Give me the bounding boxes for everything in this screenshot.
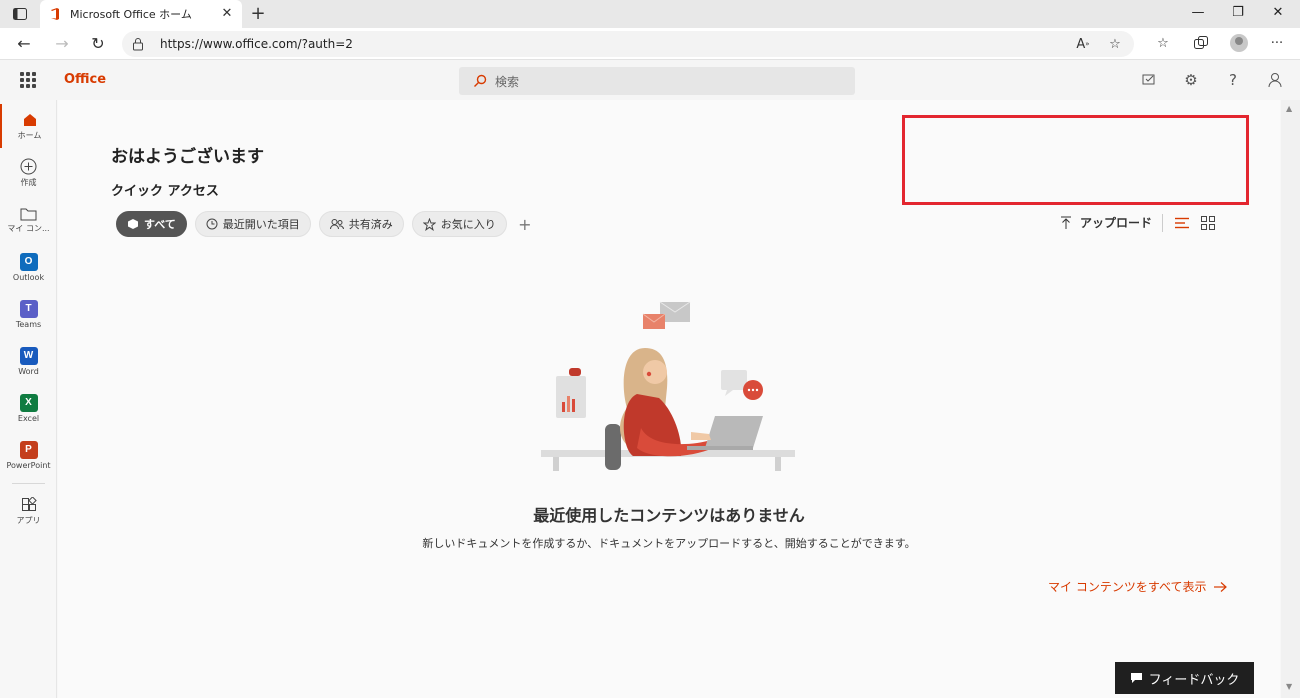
tab-title: Microsoft Office ホーム <box>70 8 192 21</box>
profile-avatar[interactable] <box>1230 34 1248 52</box>
filter-shared[interactable]: 共有済み <box>318 211 404 237</box>
filter-favorites[interactable]: お気に入り <box>411 211 507 237</box>
feedback-icon <box>1130 673 1142 683</box>
clock-icon <box>206 218 218 230</box>
forward-icon[interactable]: → <box>52 34 72 54</box>
feedback-button[interactable]: フィードバック <box>1115 662 1254 694</box>
collections-icon[interactable] <box>1192 34 1210 52</box>
plus-circle-icon <box>20 158 37 175</box>
rail-label-apps: アプリ <box>16 515 41 525</box>
add-filter-icon[interactable]: + <box>515 215 535 234</box>
browser-titlebar: Microsoft Office ホーム ✕ + — ❐ ✕ <box>0 0 1300 28</box>
rail-label-teams: Teams <box>15 319 42 329</box>
upload-icon <box>1061 216 1071 229</box>
whats-new-icon[interactable] <box>1140 70 1158 90</box>
rail-item-excel[interactable]: X Excel <box>0 386 57 430</box>
app-launcher-icon[interactable] <box>20 72 36 88</box>
arrow-right-icon <box>1213 581 1227 592</box>
excel-icon: X <box>19 393 38 412</box>
view-toggle <box>1162 214 1215 232</box>
refresh-icon[interactable]: ↻ <box>88 34 108 54</box>
upload-button[interactable]: アップロード <box>1060 214 1152 231</box>
help-icon[interactable]: ? <box>1224 70 1242 90</box>
filter-all-label: すべて <box>144 218 176 231</box>
office-header: Office 検索 ⚙ ? <box>0 60 1300 100</box>
scroll-up-icon[interactable]: ▲ <box>1286 104 1292 113</box>
rail-label-powerpoint: PowerPoint <box>6 460 51 470</box>
main-content: おはようございます クイック アクセス すべて 最近開いた項目 共有済み お気に… <box>58 100 1280 698</box>
back-icon[interactable]: ← <box>14 34 34 54</box>
search-icon <box>473 74 487 88</box>
star-icon <box>422 217 436 231</box>
powerpoint-icon: P <box>19 440 38 459</box>
quick-access-heading: クイック アクセス <box>111 184 219 199</box>
rail-divider <box>12 483 45 484</box>
browser-toolbar: ← → ↻ https://www.office.com/?auth=2 A» … <box>0 28 1300 60</box>
see-all-label: マイ コンテンツをすべて表示 <box>1048 580 1207 594</box>
greeting-heading: おはようございます <box>111 147 264 167</box>
vertical-scrollbar[interactable]: ▲ ▼ <box>1281 100 1300 698</box>
search-placeholder: 検索 <box>495 74 520 89</box>
new-tab-icon[interactable]: + <box>248 4 268 24</box>
settings-gear-icon[interactable]: ⚙ <box>1182 70 1200 90</box>
empty-state-title: 最近使用したコンテンツはありません <box>533 506 805 525</box>
account-icon[interactable] <box>1266 70 1284 90</box>
feedback-label: フィードバック <box>1148 672 1240 688</box>
view-separator <box>1162 214 1163 232</box>
add-favorite-icon[interactable]: ☆ <box>1106 35 1124 53</box>
favorites-icon[interactable]: ☆ <box>1154 34 1172 52</box>
rail-item-powerpoint[interactable]: P PowerPoint <box>0 433 57 477</box>
home-icon <box>23 113 36 126</box>
rail-item-create[interactable]: 作成 <box>0 151 57 195</box>
rail-item-apps[interactable]: アプリ <box>0 489 57 533</box>
read-aloud-icon[interactable]: A» <box>1074 35 1092 53</box>
teams-icon: T <box>19 299 38 318</box>
folder-icon <box>20 208 37 220</box>
apps-icon <box>21 496 37 511</box>
filter-shared-label: 共有済み <box>348 218 393 231</box>
filter-all[interactable]: すべて <box>116 211 187 237</box>
rail-label-outlook: Outlook <box>12 272 45 282</box>
filter-recent[interactable]: 最近開いた項目 <box>194 211 311 237</box>
url-text[interactable]: https://www.office.com/?auth=2 <box>160 37 353 51</box>
rail-item-outlook[interactable]: O Outlook <box>0 245 57 289</box>
upload-label: アップロード <box>1080 216 1153 230</box>
filter-chips: すべて 最近開いた項目 共有済み お気に入り + <box>116 211 535 237</box>
grid-view-icon[interactable] <box>1201 216 1215 230</box>
rail-item-home[interactable]: ホーム <box>0 104 57 148</box>
office-favicon-icon <box>48 7 62 21</box>
rail-label-my-content: マイ コン... <box>7 223 50 233</box>
tab-close-icon[interactable]: ✕ <box>220 7 234 21</box>
tab-actions-icon[interactable] <box>6 4 34 24</box>
office-brand[interactable]: Office <box>64 72 106 87</box>
outlook-icon: O <box>19 252 38 271</box>
highlight-box <box>902 115 1249 205</box>
more-options-icon[interactable]: ··· <box>1268 34 1286 52</box>
rail-label-home: ホーム <box>17 130 42 140</box>
rail-label-create: 作成 <box>20 178 37 187</box>
rail-label-excel: Excel <box>17 413 40 423</box>
window-close-icon[interactable]: ✕ <box>1266 3 1290 23</box>
filter-favorites-label: お気に入り <box>440 218 496 231</box>
empty-state-illustration <box>541 301 795 471</box>
minimize-icon[interactable]: — <box>1186 3 1210 23</box>
rail-label-word: Word <box>18 366 39 376</box>
see-all-content-link[interactable]: マイ コンテンツをすべて表示 <box>1048 578 1227 595</box>
people-icon <box>329 219 344 230</box>
scroll-down-icon[interactable]: ▼ <box>1286 682 1292 691</box>
cube-icon <box>128 219 138 229</box>
search-input[interactable]: 検索 <box>459 67 855 95</box>
rail-item-teams[interactable]: T Teams <box>0 292 57 336</box>
filter-recent-label: 最近開いた項目 <box>222 218 300 231</box>
restore-icon[interactable]: ❐ <box>1226 3 1250 23</box>
list-view-icon[interactable] <box>1175 217 1189 229</box>
word-icon: W <box>19 346 38 365</box>
rail-item-word[interactable]: W Word <box>0 339 57 383</box>
lock-icon[interactable] <box>132 37 146 51</box>
browser-tab[interactable]: Microsoft Office ホーム ✕ <box>40 0 242 28</box>
rail-item-my-content[interactable]: マイ コン... <box>0 198 57 242</box>
empty-state-description: 新しいドキュメントを作成するか、ドキュメントをアップロードすると、開始することが… <box>422 537 916 550</box>
left-rail: ホーム 作成 マイ コン... O Outlook T Teams W Word… <box>0 100 57 698</box>
address-bar[interactable]: https://www.office.com/?auth=2 A» ☆ <box>122 31 1134 57</box>
